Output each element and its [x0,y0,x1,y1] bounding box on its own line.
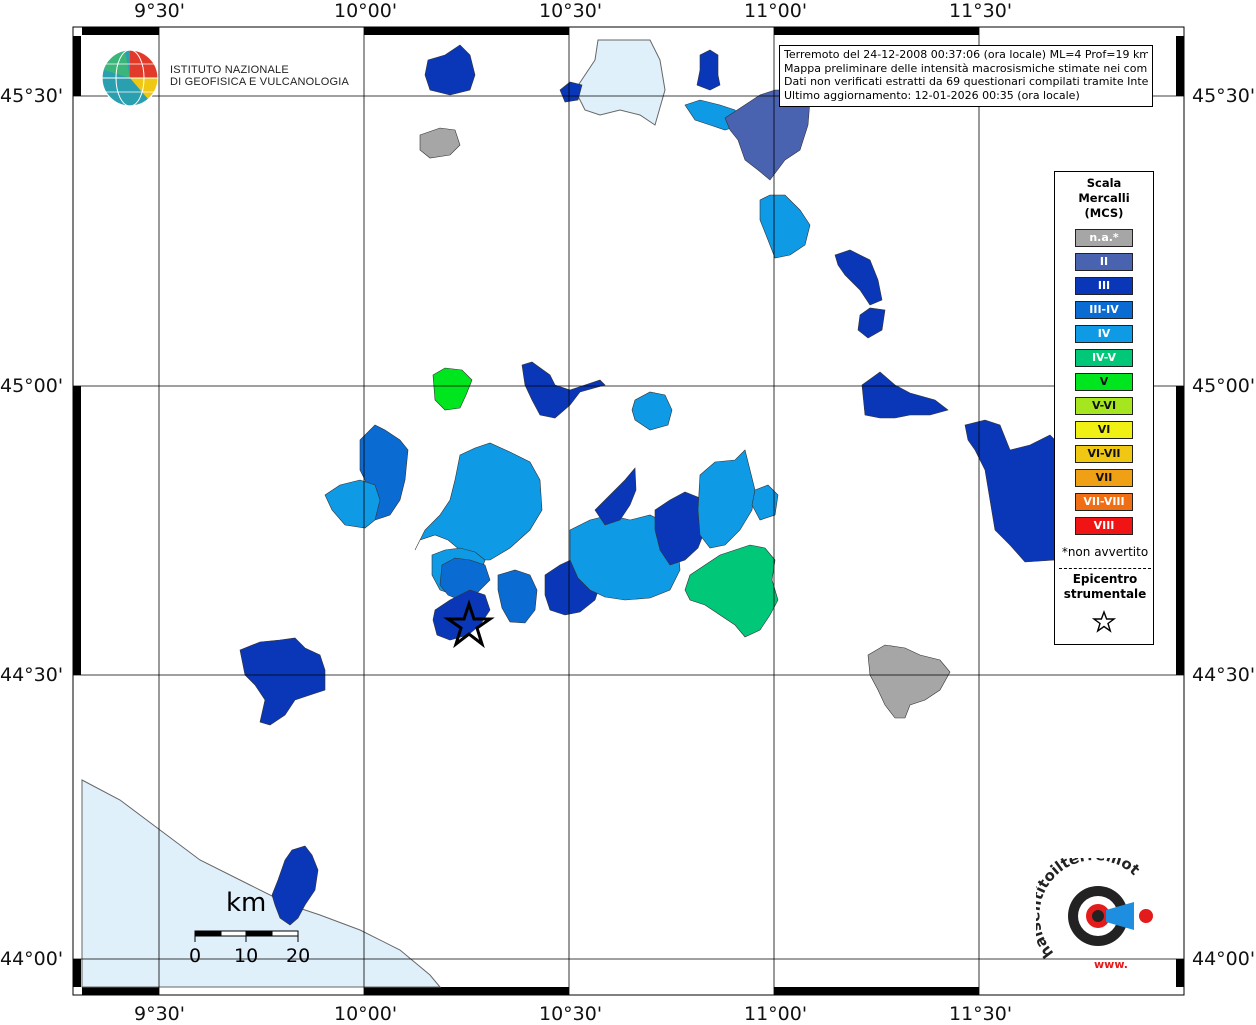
legend-title: Scala Mercalli (MCS) [1055,176,1153,221]
lat-label-right-2: 45°00' [1192,375,1256,397]
lat-label-right-3: 44°30' [1192,664,1256,686]
legend-title-line-2: Mercalli [1078,191,1130,205]
legend-swatch: V [1075,373,1133,391]
legend-swatch: VI [1075,421,1133,439]
scale-tick-0: 0 [189,945,202,967]
lat-label-left-3: 44°30' [0,664,64,686]
legend-epicenter-label: Epicentro strumentale [1055,572,1155,602]
institute-line-2: DI GEOFISICA E VULCANOLOGIA [170,76,349,88]
legend-title-line-1: Scala [1086,176,1122,190]
ingv-logo-icon [101,49,159,107]
lat-label-left-4: 44°00' [0,948,64,970]
earthquake-info-box: Terremoto del 24-12-2008 00:37:06 (ora l… [779,45,1153,107]
lon-label-top-4: 11°00' [744,0,808,22]
legend-divider [1059,568,1151,569]
legend-swatch: VIII [1075,517,1133,535]
lon-label-bottom-4: 11°00' [744,1003,808,1025]
legend-swatch: III-IV [1075,301,1133,319]
legend-swatch: IV-V [1075,349,1133,367]
legend-swatch: n.a.* [1075,229,1133,247]
legend-swatch: VII [1075,469,1133,487]
legend-epicenter-line-1: Epicentro [1072,572,1138,586]
legend-swatch: VII-VIII [1075,493,1133,511]
lon-label-top-3: 10°30' [539,0,603,22]
institute-line-1: ISTITUTO NAZIONALE [170,64,289,76]
lon-label-top-1: 9°30' [134,0,185,22]
legend-swatch: II [1075,253,1133,271]
info-line-description: Mappa preliminare delle intensità macros… [784,61,1148,75]
legend-star-icon [1092,610,1116,633]
info-line-source: Dati non verificati estratti da 69 quest… [784,75,1148,88]
legend-note: *non avvertito [1061,545,1149,559]
legend-swatch: V-VI [1075,397,1133,415]
legend-swatch: III [1075,277,1133,295]
scale-tick-20: 20 [286,945,311,967]
lat-label-right-1: 45°30' [1192,85,1256,107]
lat-label-left-2: 45°00' [0,375,64,397]
info-line-event: Terremoto del 24-12-2008 00:37:06 (ora l… [784,48,1148,61]
lat-label-right-4: 44°00' [1192,948,1256,970]
lon-label-bottom-5: 11°30' [949,1003,1013,1025]
lon-label-top-5: 11°30' [949,0,1013,22]
lat-label-left-1: 45°30' [0,85,64,107]
scale-unit-label: km [226,888,267,918]
legend-title-line-3: (MCS) [1084,206,1124,220]
hsit-url-text: www. [1094,958,1128,971]
legend-epicenter-line-2: strumentale [1063,587,1147,601]
legend-swatch: VI-VII [1075,445,1133,463]
lon-label-bottom-3: 10°30' [539,1003,603,1025]
legend-swatch: IV [1075,325,1133,343]
scale-tick-10: 10 [234,945,259,967]
mcs-legend: Scala Mercalli (MCS) n.a.* II III III-IV IV I… [1054,171,1154,645]
institute-name: ISTITUTO NAZIONALE DI GEOFISICA E VULCAN… [170,64,349,88]
lon-label-bottom-1: 9°30' [134,1003,185,1025]
hsit-logo-icon: haisentitoilterremoto.it www. [1036,858,1153,971]
info-line-updated: Ultimo aggiornamento: 12-01-2026 00:35 (… [784,88,1080,102]
lon-label-top-2: 10°00' [334,0,398,22]
lon-label-bottom-2: 10°00' [334,1003,398,1025]
